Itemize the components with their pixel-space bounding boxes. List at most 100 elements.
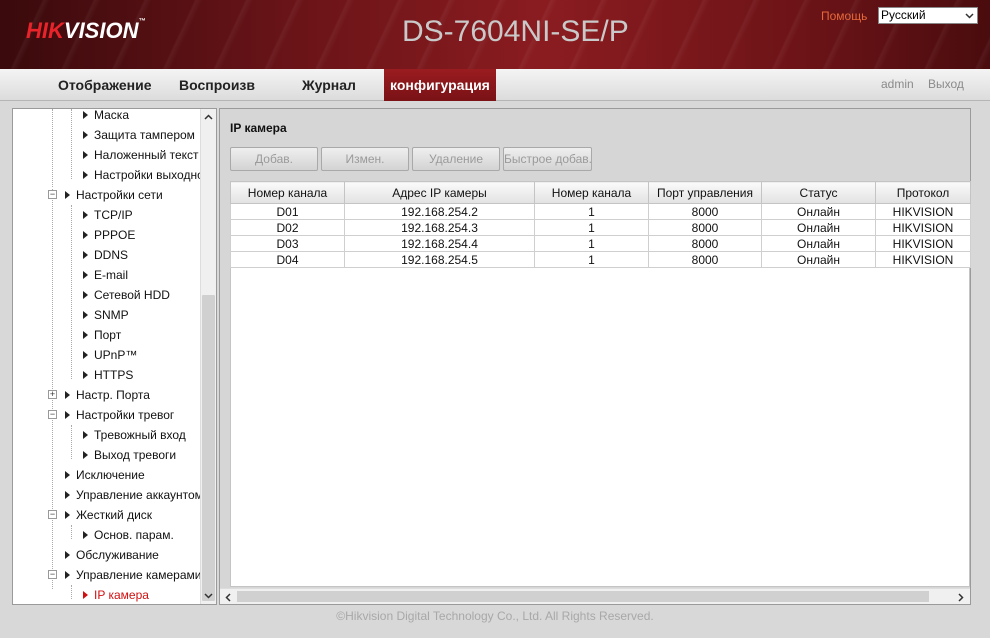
cell-channel-no: 1 <box>534 251 649 268</box>
triangle-right-icon <box>65 570 70 579</box>
tree-item-port[interactable]: Порт <box>83 325 121 345</box>
sidebar-scrollbar[interactable] <box>200 109 216 604</box>
minus-box-icon[interactable]: − <box>48 410 57 419</box>
tree-item-upnp[interactable]: UPnP™ <box>83 345 137 365</box>
tree-item-camera-management[interactable]: Управление камерами <box>65 565 201 585</box>
triangle-right-icon <box>83 230 88 239</box>
language-selected-value: Русский <box>881 8 926 22</box>
quick-add-button[interactable]: Быстрое добав. <box>503 147 592 171</box>
triangle-right-icon <box>83 350 88 359</box>
tree-item-maintenance[interactable]: Обслуживание <box>65 545 159 565</box>
cell-port: 8000 <box>648 203 762 220</box>
page-title: IP камера <box>230 121 287 135</box>
minus-box-icon[interactable]: − <box>48 190 57 199</box>
header-banner: HIKVISION™ DS-7604NI-SE/P Помощь Русский <box>0 0 990 69</box>
tree-item-ip-camera[interactable]: IP камера <box>83 585 149 604</box>
tree-item-alarm-input[interactable]: Тревожный вход <box>83 425 186 445</box>
tree-item-basic-params[interactable]: Основ. парам. <box>83 525 174 545</box>
triangle-right-icon <box>65 550 70 559</box>
delete-button[interactable]: Удаление <box>412 147 500 171</box>
tree-item-alarm-output[interactable]: Выход тревоги <box>83 445 176 465</box>
tree-guide <box>71 109 72 179</box>
tree-item-output-settings[interactable]: Настройки выходного <box>83 165 201 185</box>
cell-protocol: HIKVISION <box>875 203 971 220</box>
language-select[interactable]: Русский <box>878 7 978 24</box>
column-header-protocol[interactable]: Протокол <box>875 181 971 204</box>
triangle-right-icon <box>65 510 70 519</box>
logout-link[interactable]: Выход <box>928 77 964 91</box>
nav-log[interactable]: Журнал <box>302 69 356 101</box>
scroll-down-icon[interactable] <box>201 588 216 604</box>
config-tree: Маска Защита тампером Наложенный текст Н… <box>13 109 201 604</box>
cell-ip-address: 192.168.254.3 <box>344 219 535 236</box>
triangle-right-icon <box>83 310 88 319</box>
triangle-right-icon <box>83 110 88 119</box>
tree-item-tcpip[interactable]: TCP/IP <box>83 205 133 225</box>
tree-guide <box>71 425 72 459</box>
cell-status: Онлайн <box>761 203 876 220</box>
cell-port: 8000 <box>648 235 762 252</box>
cell-channel-no: 1 <box>534 203 649 220</box>
column-header-management-port[interactable]: Порт управления <box>648 181 762 204</box>
tree-item-ddns[interactable]: DDNS <box>83 245 128 265</box>
cell-channel: D04 <box>230 251 345 268</box>
tree-item-alarm-settings[interactable]: Настройки тревог <box>65 405 174 425</box>
tree-item-pppoe[interactable]: PPPOE <box>83 225 135 245</box>
triangle-right-icon <box>83 290 88 299</box>
tree-item-tamper[interactable]: Защита тампером <box>83 125 195 145</box>
ip-camera-panel: IP камера Добав. Измен. Удаление Быстрое… <box>219 108 971 605</box>
triangle-right-icon <box>83 130 88 139</box>
edit-button[interactable]: Измен. <box>321 147 409 171</box>
tree-item-network-hdd[interactable]: Сетевой HDD <box>83 285 170 305</box>
triangle-right-icon <box>65 470 70 479</box>
cell-ip-address: 192.168.254.4 <box>344 235 535 252</box>
tree-item-exception[interactable]: Исключение <box>65 465 145 485</box>
triangle-right-icon <box>83 210 88 219</box>
triangle-right-icon <box>65 190 70 199</box>
horizontal-scrollbar[interactable] <box>220 588 970 604</box>
tree-item-text-overlay[interactable]: Наложенный текст <box>83 145 199 165</box>
chevron-down-icon <box>963 9 976 22</box>
tree-item-port-settings[interactable]: Настр. Порта <box>65 385 150 405</box>
tree-item-snmp[interactable]: SNMP <box>83 305 129 325</box>
table-row[interactable]: D02 192.168.254.3 1 8000 Онлайн HIKVISIO… <box>230 219 971 236</box>
footer-copyright: ©Hikvision Digital Technology Co., Ltd. … <box>336 609 654 623</box>
tree-guide <box>71 525 72 539</box>
horizontal-scroll-thumb[interactable] <box>237 591 929 602</box>
table-row[interactable]: D01 192.168.254.2 1 8000 Онлайн HIKVISIO… <box>230 203 971 220</box>
triangle-right-icon <box>83 450 88 459</box>
tree-item-network[interactable]: Настройки сети <box>65 185 163 205</box>
cell-protocol: HIKVISION <box>875 235 971 252</box>
nav-playback[interactable]: Воспроизв <box>179 69 255 101</box>
column-header-channel-no[interactable]: Номер канала <box>534 181 649 204</box>
plus-box-icon[interactable]: + <box>48 390 57 399</box>
column-header-ip-address[interactable]: Адрес IP камеры <box>344 181 535 204</box>
cell-status: Онлайн <box>761 251 876 268</box>
table-row[interactable]: D03 192.168.254.4 1 8000 Онлайн HIKVISIO… <box>230 235 971 252</box>
tree-item-account-management[interactable]: Управление аккаунтом <box>65 485 201 505</box>
config-sidebar: Маска Защита тампером Наложенный текст Н… <box>12 108 217 605</box>
device-model-title: DS-7604NI-SE/P <box>402 15 629 48</box>
column-header-status[interactable]: Статус <box>761 181 876 204</box>
tree-item-mask[interactable]: Маска <box>83 109 129 125</box>
cell-channel-no: 1 <box>534 235 649 252</box>
nav-configuration[interactable]: конфигурация <box>384 69 496 101</box>
triangle-right-icon <box>83 330 88 339</box>
scroll-up-icon[interactable] <box>201 109 216 125</box>
sidebar-scroll-thumb[interactable] <box>202 295 215 601</box>
help-link[interactable]: Помощь <box>821 9 867 23</box>
scroll-left-icon[interactable] <box>220 589 236 605</box>
triangle-right-icon <box>65 410 70 419</box>
cell-status: Онлайн <box>761 235 876 252</box>
add-button[interactable]: Добав. <box>230 147 318 171</box>
table-row[interactable]: D04 192.168.254.5 1 8000 Онлайн HIKVISIO… <box>230 251 971 268</box>
minus-box-icon[interactable]: − <box>48 570 57 579</box>
scroll-right-icon[interactable] <box>953 589 969 605</box>
tree-item-https[interactable]: HTTPS <box>83 365 133 385</box>
column-header-channel[interactable]: Номер канала <box>230 181 345 204</box>
cell-ip-address: 192.168.254.5 <box>344 251 535 268</box>
nav-live-view[interactable]: Отображение <box>58 69 151 101</box>
minus-box-icon[interactable]: − <box>48 510 57 519</box>
tree-item-hard-disk[interactable]: Жесткий диск <box>65 505 152 525</box>
tree-item-email[interactable]: E-mail <box>83 265 128 285</box>
